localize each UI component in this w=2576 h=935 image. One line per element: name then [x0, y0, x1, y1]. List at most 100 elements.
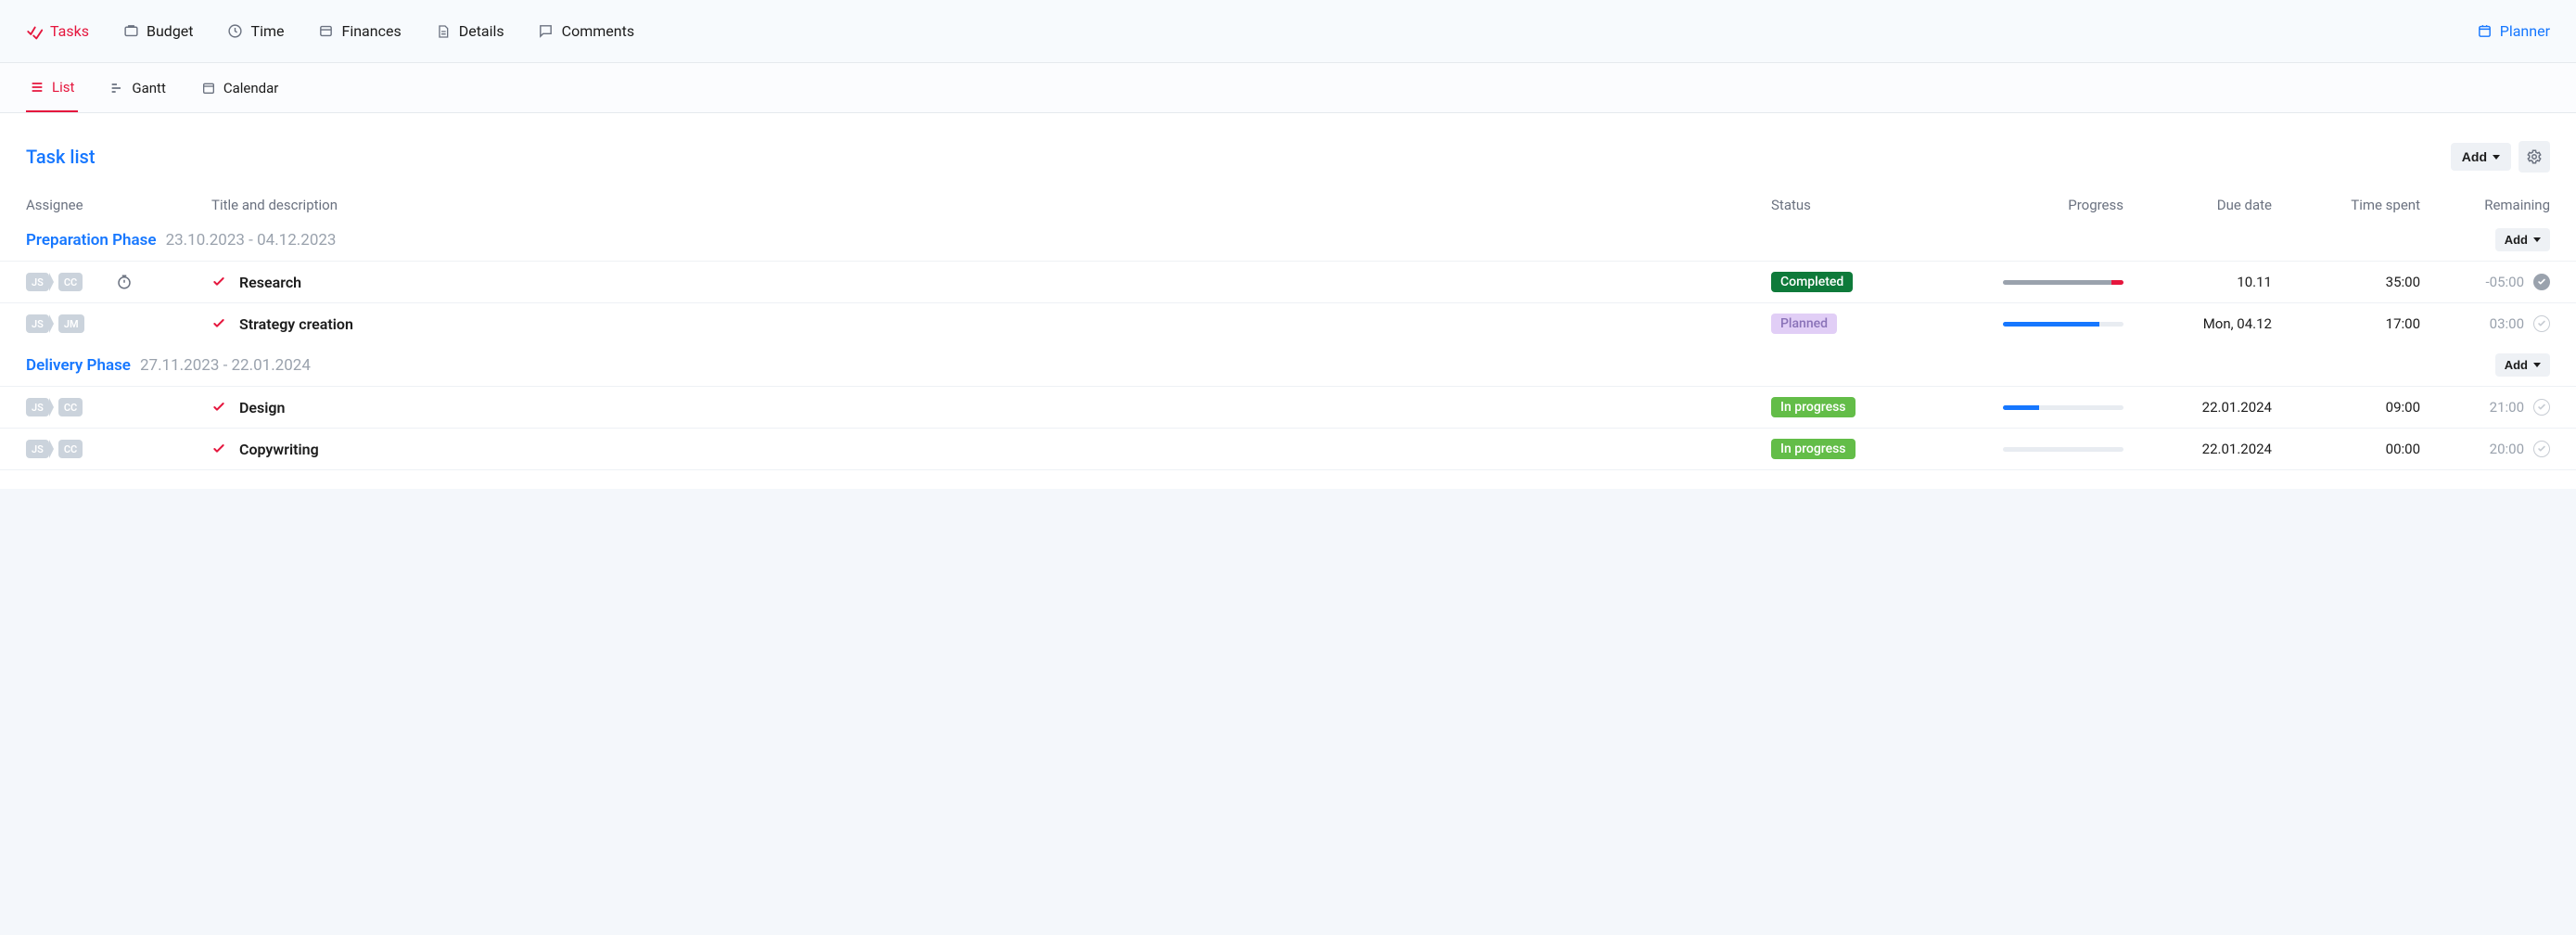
gear-icon	[2526, 148, 2543, 165]
caret-down-icon	[2533, 363, 2541, 367]
add-button[interactable]: Add	[2451, 143, 2511, 171]
status-cell: In progress	[1771, 397, 1957, 417]
add-label: Add	[2462, 149, 2487, 164]
status-badge[interactable]: Completed	[1771, 272, 1853, 292]
task-check-icon[interactable]	[211, 442, 226, 456]
title-cell: Research	[211, 274, 1771, 291]
assignee-badge[interactable]: JS	[26, 273, 49, 291]
finances-icon	[317, 23, 334, 40]
status-cell: Planned	[1771, 314, 1957, 334]
clock-icon	[227, 23, 244, 40]
assignee-badge[interactable]: JS	[26, 440, 49, 458]
time-spent-cell: 35:00	[2272, 274, 2420, 290]
assignee-cell: JS CC	[26, 273, 211, 291]
list-icon	[30, 80, 45, 95]
assignee-badge[interactable]: CC	[58, 440, 83, 458]
tab-budget[interactable]: Budget	[122, 22, 194, 40]
status-badge[interactable]: Planned	[1771, 314, 1837, 334]
due-date-cell: 22.01.2024	[2123, 399, 2272, 416]
phase-add-button[interactable]: Add	[2495, 228, 2550, 251]
phases-container: Preparation Phase 23.10.2023 - 04.12.2023…	[0, 219, 2576, 470]
assignee-cell: JS CC	[26, 398, 211, 416]
progress-cell	[1957, 280, 2123, 285]
tab-comments-label: Comments	[562, 22, 634, 40]
col-remaining: Remaining	[2420, 197, 2550, 213]
status-cell: Completed	[1771, 272, 1957, 292]
task-row[interactable]: JS CC Design In progress 22.01.202409:00 21:0…	[0, 386, 2576, 428]
task-row[interactable]: JS JM Strategy creation Planned Mon, 04.1217…	[0, 302, 2576, 344]
remaining-cell: -05:00	[2420, 274, 2550, 290]
tab-finances[interactable]: Finances	[317, 22, 401, 40]
remaining-value: -05:00	[2486, 274, 2525, 290]
timer-icon[interactable]	[116, 274, 133, 290]
progress-cell	[1957, 447, 2123, 452]
col-due-date: Due date	[2123, 197, 2272, 213]
col-time-spent: Time spent	[2272, 197, 2420, 213]
assignee-badge[interactable]: JM	[58, 314, 84, 333]
status-badge[interactable]: In progress	[1771, 397, 1855, 417]
task-row[interactable]: JS CC Research Completed 10.1135:00 -05:00	[0, 261, 2576, 302]
tab-details[interactable]: Details	[435, 22, 504, 40]
progress-bar	[2003, 405, 2123, 410]
tab-finances-label: Finances	[341, 22, 401, 40]
col-progress: Progress	[1957, 197, 2123, 213]
task-check-icon[interactable]	[211, 400, 226, 415]
main-tabs: Tasks Budget Time Finances Details Comme…	[0, 0, 2576, 63]
assignee-badge[interactable]: JS	[26, 398, 49, 416]
phase-row: Preparation Phase 23.10.2023 - 04.12.2023…	[0, 219, 2576, 261]
caret-down-icon	[2533, 237, 2541, 242]
comments-icon	[538, 23, 555, 40]
tasklist-header: Task list Add	[0, 132, 2576, 191]
task-title[interactable]: Copywriting	[239, 441, 319, 458]
view-list[interactable]: List	[26, 63, 78, 112]
complete-toggle[interactable]	[2533, 399, 2550, 416]
planner-link[interactable]: Planner	[2477, 22, 2550, 40]
view-calendar[interactable]: Calendar	[198, 63, 283, 112]
tab-tasks[interactable]: Tasks	[26, 22, 89, 40]
task-title[interactable]: Design	[239, 399, 285, 416]
tab-tasks-label: Tasks	[50, 22, 89, 40]
title-cell: Design	[211, 399, 1771, 416]
task-title[interactable]: Research	[239, 274, 301, 291]
progress-bar	[2003, 447, 2123, 452]
complete-toggle[interactable]	[2533, 274, 2550, 290]
table-header: Assignee Title and description Status Pr…	[0, 191, 2576, 219]
view-calendar-label: Calendar	[223, 80, 279, 96]
planner-label: Planner	[2500, 22, 2550, 40]
add-label: Add	[2505, 233, 2528, 247]
content-area: Task list Add Assignee Title and descrip…	[0, 113, 2576, 489]
progress-bar	[2003, 322, 2123, 327]
time-spent-cell: 00:00	[2272, 441, 2420, 457]
complete-toggle[interactable]	[2533, 441, 2550, 457]
task-title[interactable]: Strategy creation	[239, 315, 353, 333]
complete-toggle[interactable]	[2533, 315, 2550, 332]
time-spent-cell: 17:00	[2272, 315, 2420, 332]
tasks-check-icon	[26, 23, 43, 40]
task-check-icon[interactable]	[211, 316, 226, 331]
col-title: Title and description	[211, 197, 1771, 213]
status-badge[interactable]: In progress	[1771, 439, 1855, 459]
view-tabs: List Gantt Calendar	[0, 63, 2576, 113]
tab-time[interactable]: Time	[227, 22, 285, 40]
view-gantt[interactable]: Gantt	[106, 63, 169, 112]
assignee-badge[interactable]: CC	[58, 398, 83, 416]
col-status: Status	[1771, 197, 1957, 213]
phase-dates: 23.10.2023 - 04.12.2023	[166, 231, 337, 250]
phase-add-button[interactable]: Add	[2495, 353, 2550, 377]
settings-button[interactable]	[2519, 141, 2550, 173]
task-row[interactable]: JSCCCopywritingIn progress22.01.202400:0…	[0, 428, 2576, 470]
remaining-cell: 21:00	[2420, 399, 2550, 416]
phase-name[interactable]: Delivery Phase	[26, 356, 131, 375]
remaining-value: 21:00	[2490, 399, 2524, 416]
assignee-badge[interactable]: JS	[26, 314, 49, 333]
assignee-cell: JS JM	[26, 314, 211, 333]
time-spent-cell: 09:00	[2272, 399, 2420, 416]
due-date-cell: 10.11	[2123, 274, 2272, 290]
tasklist-title: Task list	[26, 146, 96, 168]
phase-name[interactable]: Preparation Phase	[26, 231, 157, 250]
assignee-badge[interactable]: CC	[58, 273, 83, 291]
remaining-value: 20:00	[2490, 441, 2524, 457]
due-date-cell: Mon, 04.12	[2123, 315, 2272, 332]
task-check-icon[interactable]	[211, 275, 226, 289]
tab-comments[interactable]: Comments	[538, 22, 634, 40]
